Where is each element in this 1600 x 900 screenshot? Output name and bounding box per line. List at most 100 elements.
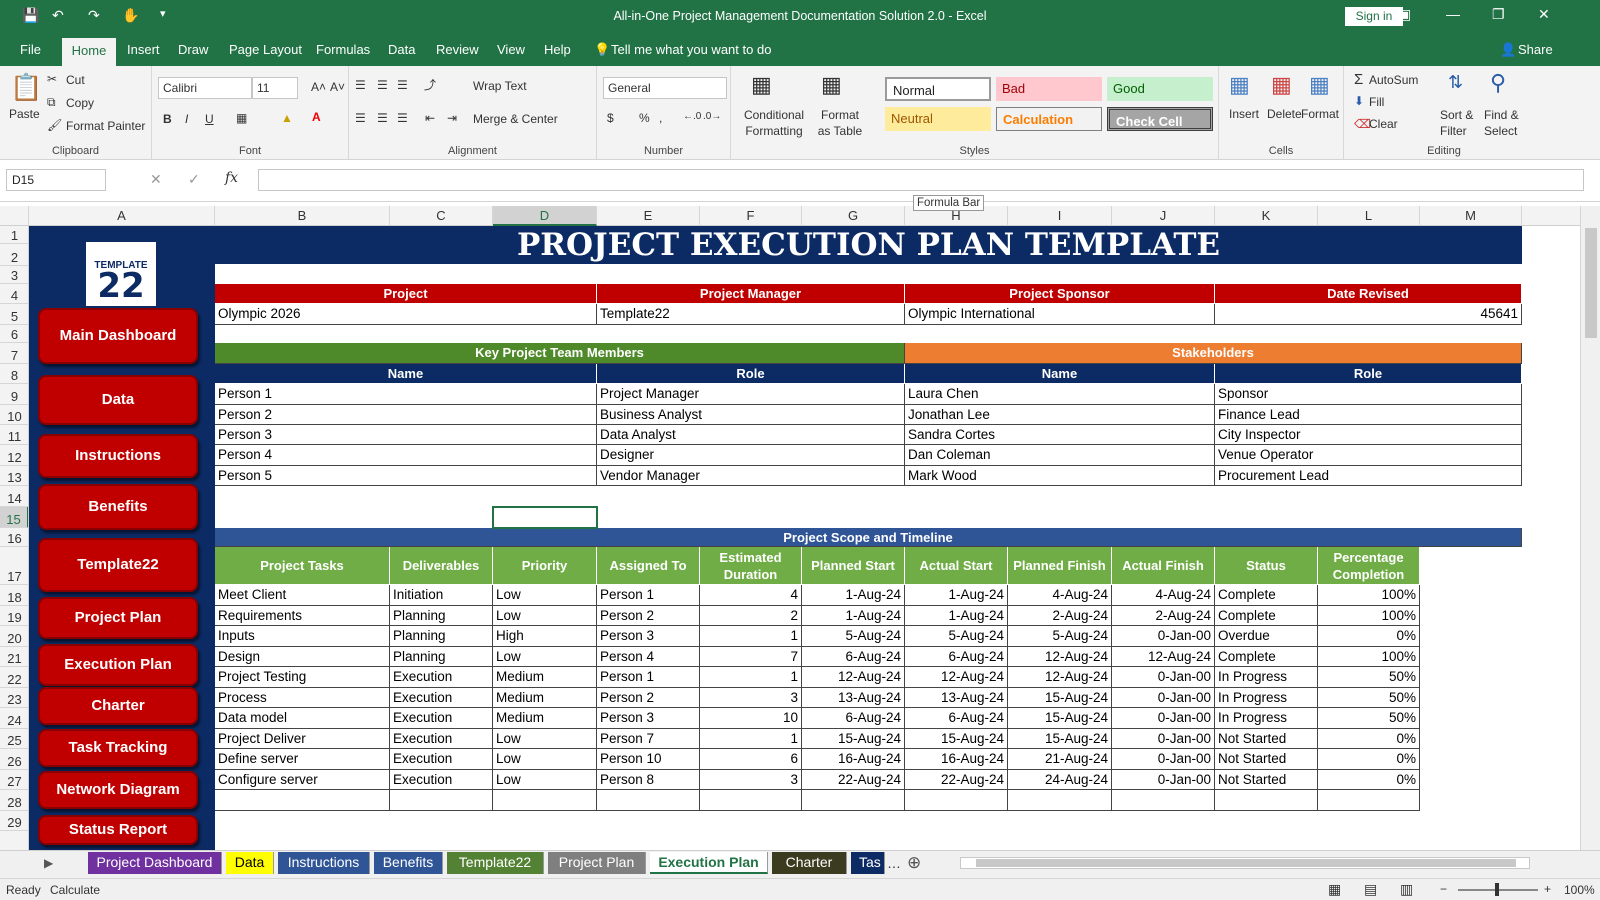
task-cell[interactable]: Data model [215,708,390,729]
empty-task-cell[interactable] [215,790,390,811]
merge-center-button[interactable]: Merge & Center [473,112,558,126]
paste-button[interactable]: Paste [9,107,40,121]
horizontal-scroll-thumb[interactable] [976,859,1516,867]
add-sheet-icon[interactable]: ⊕ [907,853,921,873]
task-cell[interactable]: 15-Aug-24 [905,729,1008,749]
worksheet-grid[interactable]: PROJECT EXECUTION PLAN TEMPLATE Project Ol… [215,226,1530,850]
italic-button[interactable]: I [185,112,188,126]
task-cell[interactable]: 4-Aug-24 [1008,585,1112,606]
task-cell[interactable]: Initiation [390,585,493,606]
column-header-d[interactable]: D [493,206,597,226]
fill-color-icon[interactable]: ▲ [281,111,293,125]
conditional-formatting-icon[interactable]: ▦ [751,72,772,98]
style-neutral[interactable]: Neutral [885,107,991,131]
task-cell[interactable]: Planning [390,626,493,647]
task-cell[interactable]: Configure server [215,770,390,790]
task-cell[interactable]: Not Started [1215,729,1318,749]
row-header-25[interactable]: 25 [0,729,28,749]
column-header-e[interactable]: E [597,206,700,226]
task-cell[interactable]: 6 [700,749,802,770]
task-cell[interactable]: Complete [1215,647,1318,667]
empty-task-cell[interactable] [1215,790,1318,811]
task-cell[interactable]: 5-Aug-24 [802,626,905,647]
task-cell[interactable]: 2-Aug-24 [1008,606,1112,626]
sheet-tab-project-dashboard[interactable]: Project Dashboard [88,852,222,874]
nav-charter-button[interactable]: Charter [38,687,198,725]
column-header-g[interactable]: G [802,206,905,226]
task-cell[interactable]: 3 [700,770,802,790]
grow-font-icon[interactable]: A˄ [311,80,326,94]
find-select-icon[interactable]: ⚲ [1490,70,1506,96]
clear-button[interactable]: Clear [1369,117,1398,131]
task-cell[interactable]: 6-Aug-24 [802,708,905,729]
row-header-12[interactable]: 12 [0,445,28,466]
task-cell[interactable]: 3 [700,688,802,708]
stakeholder-role-cell[interactable]: Procurement Lead [1215,466,1522,486]
stakeholder-name-cell[interactable]: Laura Chen [905,384,1215,405]
scroll-tabs-right-icon[interactable]: ▶ [44,856,53,870]
task-cell[interactable]: 4-Aug-24 [1112,585,1215,606]
sheet-tab-benefits[interactable]: Benefits [374,852,443,874]
task-cell[interactable]: 100% [1318,647,1420,667]
sheet-tab-charter[interactable]: Charter [772,852,847,874]
name-box[interactable]: D15 [6,169,106,191]
task-cell[interactable]: 5-Aug-24 [1008,626,1112,647]
task-cell[interactable]: Person 10 [597,749,700,770]
sheet-tab-execution-plan[interactable]: Execution Plan [650,852,768,874]
cut-button[interactable]: Cut [66,73,85,87]
team-role-cell[interactable]: Vendor Manager [597,466,905,486]
task-cell[interactable]: 12-Aug-24 [1112,647,1215,667]
insert-cells-icon[interactable]: ▦ [1229,72,1250,98]
row-header-3[interactable]: 3 [0,266,28,284]
sign-in-button[interactable]: Sign in [1345,7,1403,26]
task-cell[interactable]: 22-Aug-24 [905,770,1008,790]
column-header-k[interactable]: K [1215,206,1318,226]
empty-task-cell[interactable] [802,790,905,811]
empty-task-cell[interactable] [1008,790,1112,811]
info-value-1[interactable]: Template22 [597,304,905,325]
team-name-cell[interactable]: Person 3 [215,425,597,445]
style-good[interactable]: Good [1107,77,1213,101]
info-value-3[interactable]: 45641 [1215,304,1522,325]
paste-icon[interactable]: 📋 [10,72,42,103]
fill-button[interactable]: Fill [1369,95,1384,109]
row-header-7[interactable]: 7 [0,343,28,364]
task-cell[interactable]: 1 [700,729,802,749]
empty-task-cell[interactable] [493,790,597,811]
task-cell[interactable]: Medium [493,708,597,729]
task-cell[interactable]: 0-Jan-00 [1112,626,1215,647]
stakeholder-name-cell[interactable]: Sandra Cortes [905,425,1215,445]
currency-button[interactable]: $ [607,111,614,125]
formula-input[interactable] [258,169,1584,191]
team-role-cell[interactable]: Designer [597,445,905,466]
row-header-6[interactable]: 6 [0,325,28,343]
empty-task-cell[interactable] [597,790,700,811]
task-cell[interactable]: Process [215,688,390,708]
task-cell[interactable]: Execution [390,667,493,688]
zoom-out-icon[interactable]: − [1440,882,1447,896]
empty-task-cell[interactable] [390,790,493,811]
format-as-table-button[interactable]: Format as Table [815,107,865,139]
row-header-1[interactable]: 1 [0,226,28,244]
zoom-in-icon[interactable]: + [1544,882,1551,896]
tab-view[interactable]: View [497,42,525,57]
task-cell[interactable]: Person 2 [597,606,700,626]
task-cell[interactable]: 12-Aug-24 [1008,647,1112,667]
task-cell[interactable]: 0-Jan-00 [1112,708,1215,729]
column-header-m[interactable]: M [1420,206,1522,226]
stakeholder-role-cell[interactable]: Venue Operator [1215,445,1522,466]
team-role-cell[interactable]: Business Analyst [597,405,905,425]
autosum-button[interactable]: AutoSum [1369,73,1418,87]
font-color-icon[interactable]: A [312,110,321,124]
info-value-0[interactable]: Olympic 2026 [215,304,597,325]
row-header-19[interactable]: 19 [0,606,28,626]
font-name-select[interactable]: Calibri [158,77,252,99]
task-cell[interactable]: 0% [1318,626,1420,647]
task-cell[interactable]: Execution [390,770,493,790]
task-cell[interactable]: 16-Aug-24 [802,749,905,770]
task-cell[interactable]: Medium [493,688,597,708]
row-header-21[interactable]: 21 [0,647,28,667]
task-cell[interactable]: 12-Aug-24 [1008,667,1112,688]
task-cell[interactable]: Meet Client [215,585,390,606]
task-cell[interactable]: 6-Aug-24 [802,647,905,667]
